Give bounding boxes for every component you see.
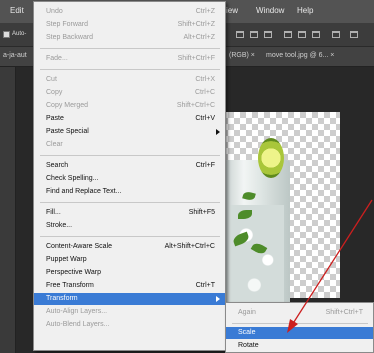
edit-menu-dropdown: Undo Ctrl+Z Step Forward Shift+Ctrl+Z St… xyxy=(33,1,226,351)
document-tab-left[interactable]: a-ja-aut xyxy=(3,52,27,59)
distribute-2-icon[interactable] xyxy=(350,31,358,38)
menu-item-step-forward[interactable]: Step Forward Shift+Ctrl+Z xyxy=(34,19,225,31)
menu-item-label: Fill... xyxy=(46,209,61,216)
menu-separator xyxy=(232,323,368,324)
align-bottom-icon[interactable] xyxy=(264,31,272,38)
menu-item-label: Check Spelling... xyxy=(46,175,99,182)
menu-item-label: Again xyxy=(238,309,256,316)
menu-item-label: Scale xyxy=(238,329,256,336)
ice-cubes xyxy=(230,205,284,305)
auto-select-checkbox[interactable] xyxy=(3,31,10,38)
submenu-arrow-icon xyxy=(216,296,220,302)
menu-item-label: Rotate xyxy=(238,342,259,349)
menu-separator xyxy=(40,236,220,237)
menu-item-shortcut: Shift+Ctrl+T xyxy=(325,309,363,316)
menu-item-label: Step Forward xyxy=(46,21,89,28)
menu-item-label: Fade... xyxy=(46,55,68,62)
menu-item-shortcut: Ctrl+F xyxy=(195,162,215,169)
auto-select-label: Auto- xyxy=(12,31,27,37)
menu-item-label: Paste Special xyxy=(46,128,89,135)
menu-item-stroke[interactable]: Stroke... xyxy=(34,220,225,232)
menu-edit[interactable]: Edit xyxy=(10,6,24,15)
menu-item-label: Copy Merged xyxy=(46,102,89,109)
menu-separator xyxy=(40,48,220,49)
menu-item-label: Paste xyxy=(46,115,64,122)
menu-item-label: Free Transform xyxy=(46,282,94,289)
menu-view[interactable]: iew xyxy=(226,6,238,15)
menu-item-copy-merged[interactable]: Copy Merged Shift+Ctrl+C xyxy=(34,100,225,112)
menu-item-shortcut: Shift+F5 xyxy=(188,209,215,216)
menu-item-step-backward[interactable]: Step Backward Alt+Ctrl+Z xyxy=(34,32,225,44)
menu-item-shortcut: Ctrl+Z xyxy=(195,8,215,15)
menu-item-label: Step Backward xyxy=(46,34,94,41)
menu-item-check-spelling[interactable]: Check Spelling... xyxy=(34,173,225,185)
align-hcenter-icon[interactable] xyxy=(298,31,306,38)
tools-panel xyxy=(0,67,16,353)
menu-item-auto-align-layers[interactable]: Auto-Align Layers... xyxy=(34,306,225,318)
menu-item-shortcut: Ctrl+C xyxy=(194,89,215,96)
submenu-item-again[interactable]: Again Shift+Ctrl+T xyxy=(226,307,373,319)
menu-item-undo[interactable]: Undo Ctrl+Z xyxy=(34,6,225,18)
menu-item-label: Puppet Warp xyxy=(46,256,87,263)
menu-item-clear[interactable]: Clear xyxy=(34,139,225,151)
menu-item-shortcut: Shift+Ctrl+Z xyxy=(177,21,215,28)
distribute-icon[interactable] xyxy=(332,31,340,38)
menu-item-shortcut: Ctrl+T xyxy=(195,282,215,289)
submenu-item-rotate[interactable]: Rotate xyxy=(226,340,373,352)
menu-item-label: Auto-Align Layers... xyxy=(46,308,108,315)
menu-item-label: Transform xyxy=(46,295,78,302)
menu-item-label: Auto-Blend Layers... xyxy=(46,321,110,328)
menu-item-label: Clear xyxy=(46,141,63,148)
lime-slice xyxy=(258,138,284,178)
menu-item-label: Search xyxy=(46,162,69,169)
submenu-item-scale[interactable]: Scale xyxy=(226,327,373,339)
transform-submenu: Again Shift+Ctrl+T Scale Rotate xyxy=(225,302,374,353)
menu-item-find-replace[interactable]: Find and Replace Text... xyxy=(34,186,225,198)
menu-item-label: Cut xyxy=(46,76,57,83)
menu-item-fade[interactable]: Fade... Shift+Ctrl+F xyxy=(34,53,225,65)
align-left-icon[interactable] xyxy=(284,31,292,38)
menu-item-label: Perspective Warp xyxy=(46,269,101,276)
menu-item-shortcut: Shift+Ctrl+C xyxy=(176,102,215,109)
menu-item-paste-special[interactable]: Paste Special xyxy=(34,126,225,138)
menu-item-label: Stroke... xyxy=(46,222,73,229)
menu-item-shortcut: Alt+Shift+Ctrl+C xyxy=(164,243,215,250)
menu-separator xyxy=(40,69,220,70)
document-tab-move-tool[interactable]: move tool.jpg @ 6... × xyxy=(266,52,334,59)
align-top-icon[interactable] xyxy=(236,31,244,38)
menu-item-label: Find and Replace Text... xyxy=(46,188,122,195)
align-vcenter-icon[interactable] xyxy=(250,31,258,38)
menu-item-transform[interactable]: Transform xyxy=(34,293,225,305)
menu-separator xyxy=(40,155,220,156)
menu-item-label: Content-Aware Scale xyxy=(46,243,113,250)
menu-item-free-transform[interactable]: Free Transform Ctrl+T xyxy=(34,280,225,292)
menu-item-shortcut: Ctrl+V xyxy=(195,115,215,122)
submenu-arrow-icon xyxy=(216,129,220,135)
menu-help[interactable]: Help xyxy=(297,6,313,15)
menu-item-paste[interactable]: Paste Ctrl+V xyxy=(34,113,225,125)
menu-item-perspective-warp[interactable]: Perspective Warp xyxy=(34,267,225,279)
menu-item-puppet-warp[interactable]: Puppet Warp xyxy=(34,254,225,266)
menu-window[interactable]: Window xyxy=(256,6,284,15)
align-right-icon[interactable] xyxy=(312,31,320,38)
menu-item-auto-blend-layers[interactable]: Auto-Blend Layers... xyxy=(34,319,225,331)
menu-item-label: Copy xyxy=(46,89,63,96)
menu-item-copy[interactable]: Copy Ctrl+C xyxy=(34,87,225,99)
menu-item-shortcut: Ctrl+X xyxy=(195,76,215,83)
menu-item-search[interactable]: Search Ctrl+F xyxy=(34,160,225,172)
document-tab-mid[interactable]: (RGB) × xyxy=(229,52,255,59)
menu-item-cut[interactable]: Cut Ctrl+X xyxy=(34,74,225,86)
menu-separator xyxy=(40,202,220,203)
menu-item-content-aware-scale[interactable]: Content-Aware Scale Alt+Shift+Ctrl+C xyxy=(34,241,225,253)
menu-item-fill[interactable]: Fill... Shift+F5 xyxy=(34,207,225,219)
menu-item-shortcut: Alt+Ctrl+Z xyxy=(183,34,215,41)
menu-item-shortcut: Shift+Ctrl+F xyxy=(177,55,215,62)
menu-item-label: Undo xyxy=(46,8,63,15)
